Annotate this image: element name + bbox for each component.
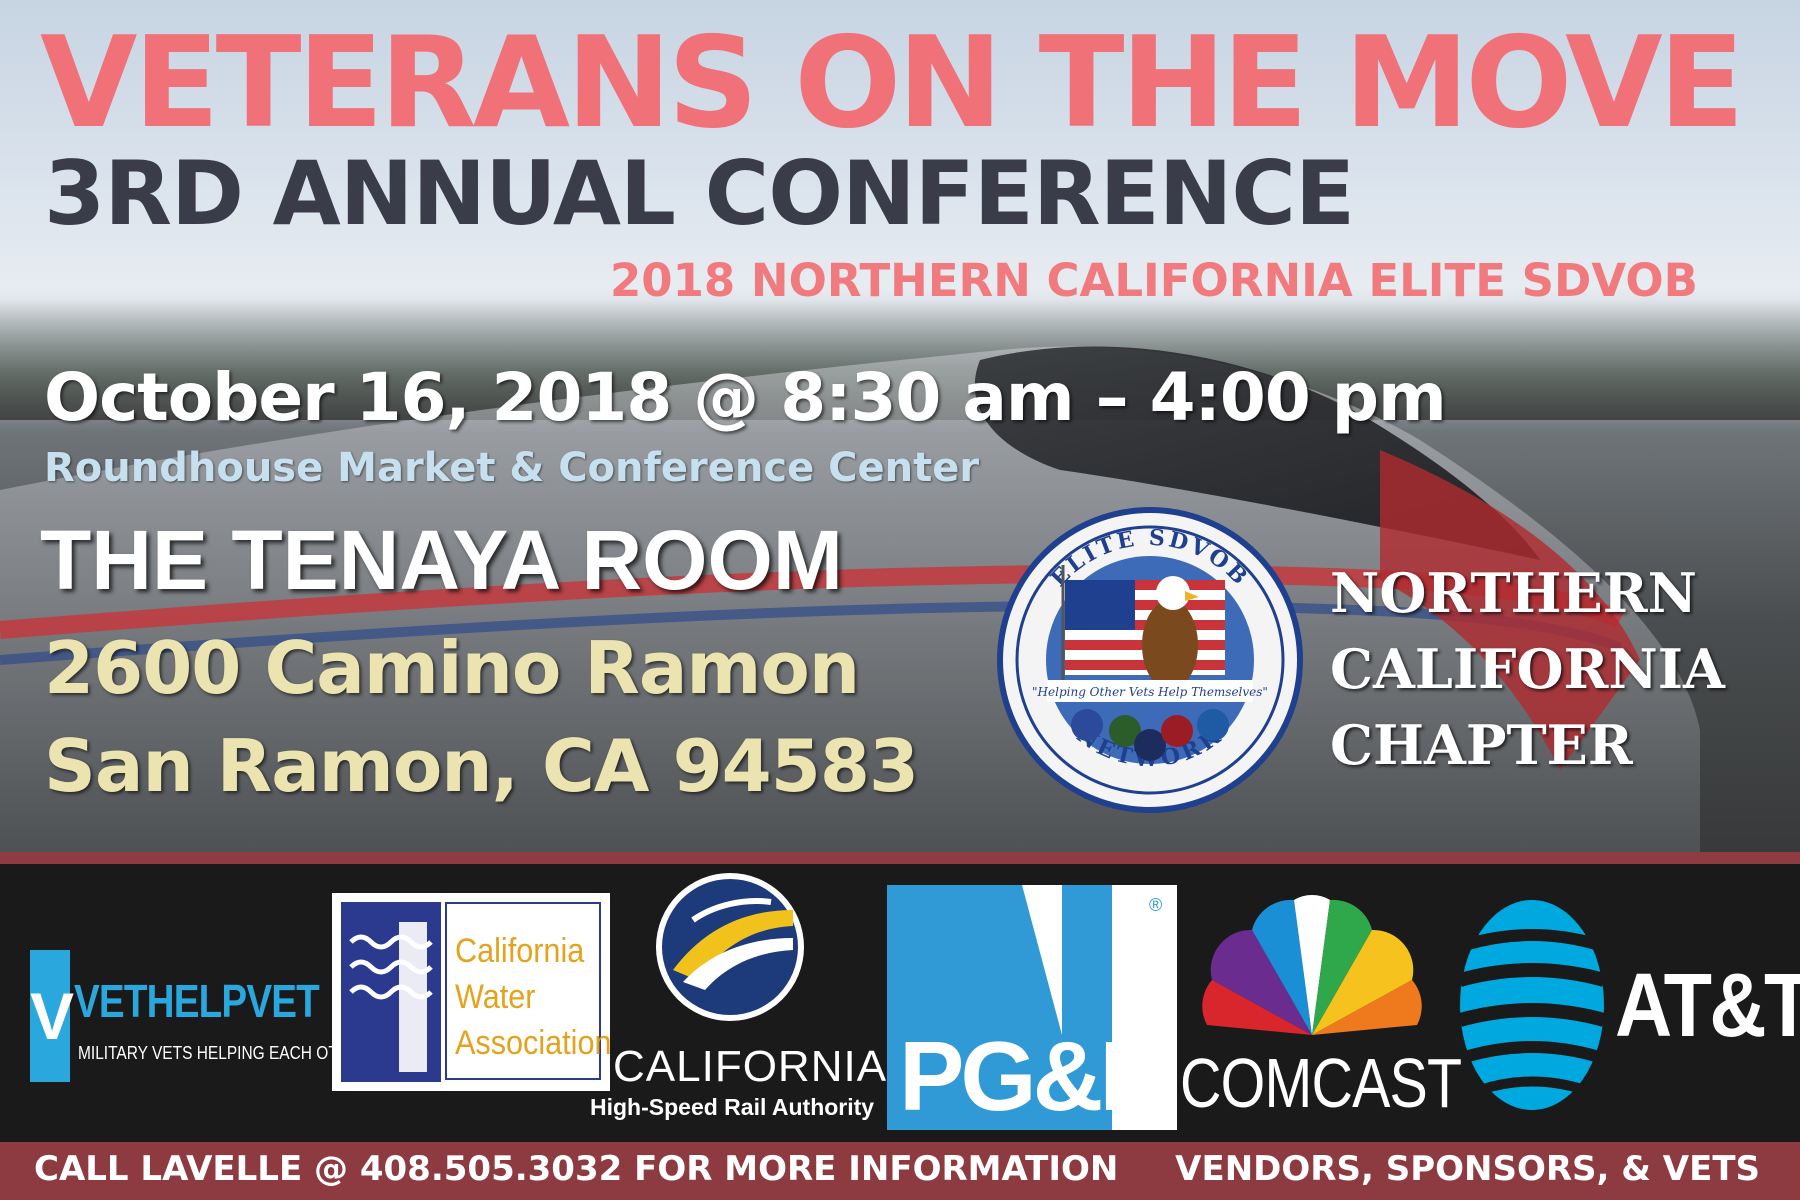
footer-contact-info: CALL LAVELLE @ 408.505.3032 FOR MORE INF… — [34, 1149, 1119, 1189]
event-subtitle: 3RD ANNUAL CONFERENCE — [44, 142, 1355, 245]
hsr-name: CALIFORNIA — [613, 1042, 888, 1091]
comcast-name: COMCAST — [1180, 1044, 1462, 1122]
california-water-association-logo: California Water Association — [332, 893, 611, 1091]
pge-name: PG&E — [899, 1021, 1161, 1130]
chapter-line-3: CHAPTER — [1330, 713, 1633, 777]
flag-icon — [1061, 565, 1225, 685]
event-date-time: October 16, 2018 @ 8:30 am – 4:00 pm — [44, 359, 1447, 436]
water-waves-icon — [341, 902, 441, 1082]
chapter-line-2: CALIFORNIA — [1330, 637, 1725, 701]
event-venue: Roundhouse Market & Conference Center — [44, 445, 980, 491]
event-tagline: 2018 NORTHERN CALIFORNIA ELITE SDVOB — [610, 254, 1698, 307]
elite-sdvob-seal-logo: ELITE SDVOB NETWORK "Helping Other Vets … — [997, 507, 1303, 813]
footer-audience: VENDORS, SPONSORS, & VETS — [1175, 1149, 1760, 1189]
event-title: VETERANS ON THE MOVE — [40, 9, 1745, 156]
att-logo: AT&T — [1455, 885, 1800, 1125]
vethelpvet-name: VETHELPVET — [74, 975, 320, 1027]
nbc-peacock-icon — [1202, 895, 1422, 1035]
address-city: San Ramon, CA 94583 — [44, 724, 919, 808]
event-room: THE TENAYA ROOM — [40, 513, 843, 607]
pge-mark-icon: PG&E ® — [887, 885, 1177, 1131]
vethelpvet-initial: V — [30, 950, 74, 1082]
seal-motto: "Helping Other Vets Help Themselves" — [1032, 685, 1268, 699]
divider-line — [0, 852, 1800, 864]
comcast-logo: COMCAST — [1180, 895, 1462, 1122]
pge-registered-mark: ® — [1149, 895, 1162, 915]
att-name: AT&T — [1615, 956, 1800, 1056]
att-globe-icon — [1458, 900, 1606, 1110]
vethelpvet-tagline: MILITARY VETS HELPING EACH OTHER — [78, 1043, 371, 1063]
hsr-subtitle: High-Speed Rail Authority — [590, 1094, 875, 1120]
chapter-line-1: NORTHERN — [1330, 561, 1697, 625]
vethelpvet-logo: V VETHELPVET MILITARY VETS HELPING EACH … — [30, 950, 370, 1082]
pge-logo: PG&E ® — [887, 885, 1177, 1131]
address-street: 2600 Camino Ramon — [44, 626, 860, 710]
high-speed-rail-emblem-icon — [656, 873, 804, 1021]
chapter-name: NORTHERN CALIFORNIA CHAPTER — [1330, 555, 1725, 783]
california-high-speed-rail-logo: CALIFORNIA High-Speed Rail Authority — [585, 870, 888, 1130]
event-flyer: VETERANS ON THE MOVE 3RD ANNUAL CONFEREN… — [0, 0, 1800, 1200]
